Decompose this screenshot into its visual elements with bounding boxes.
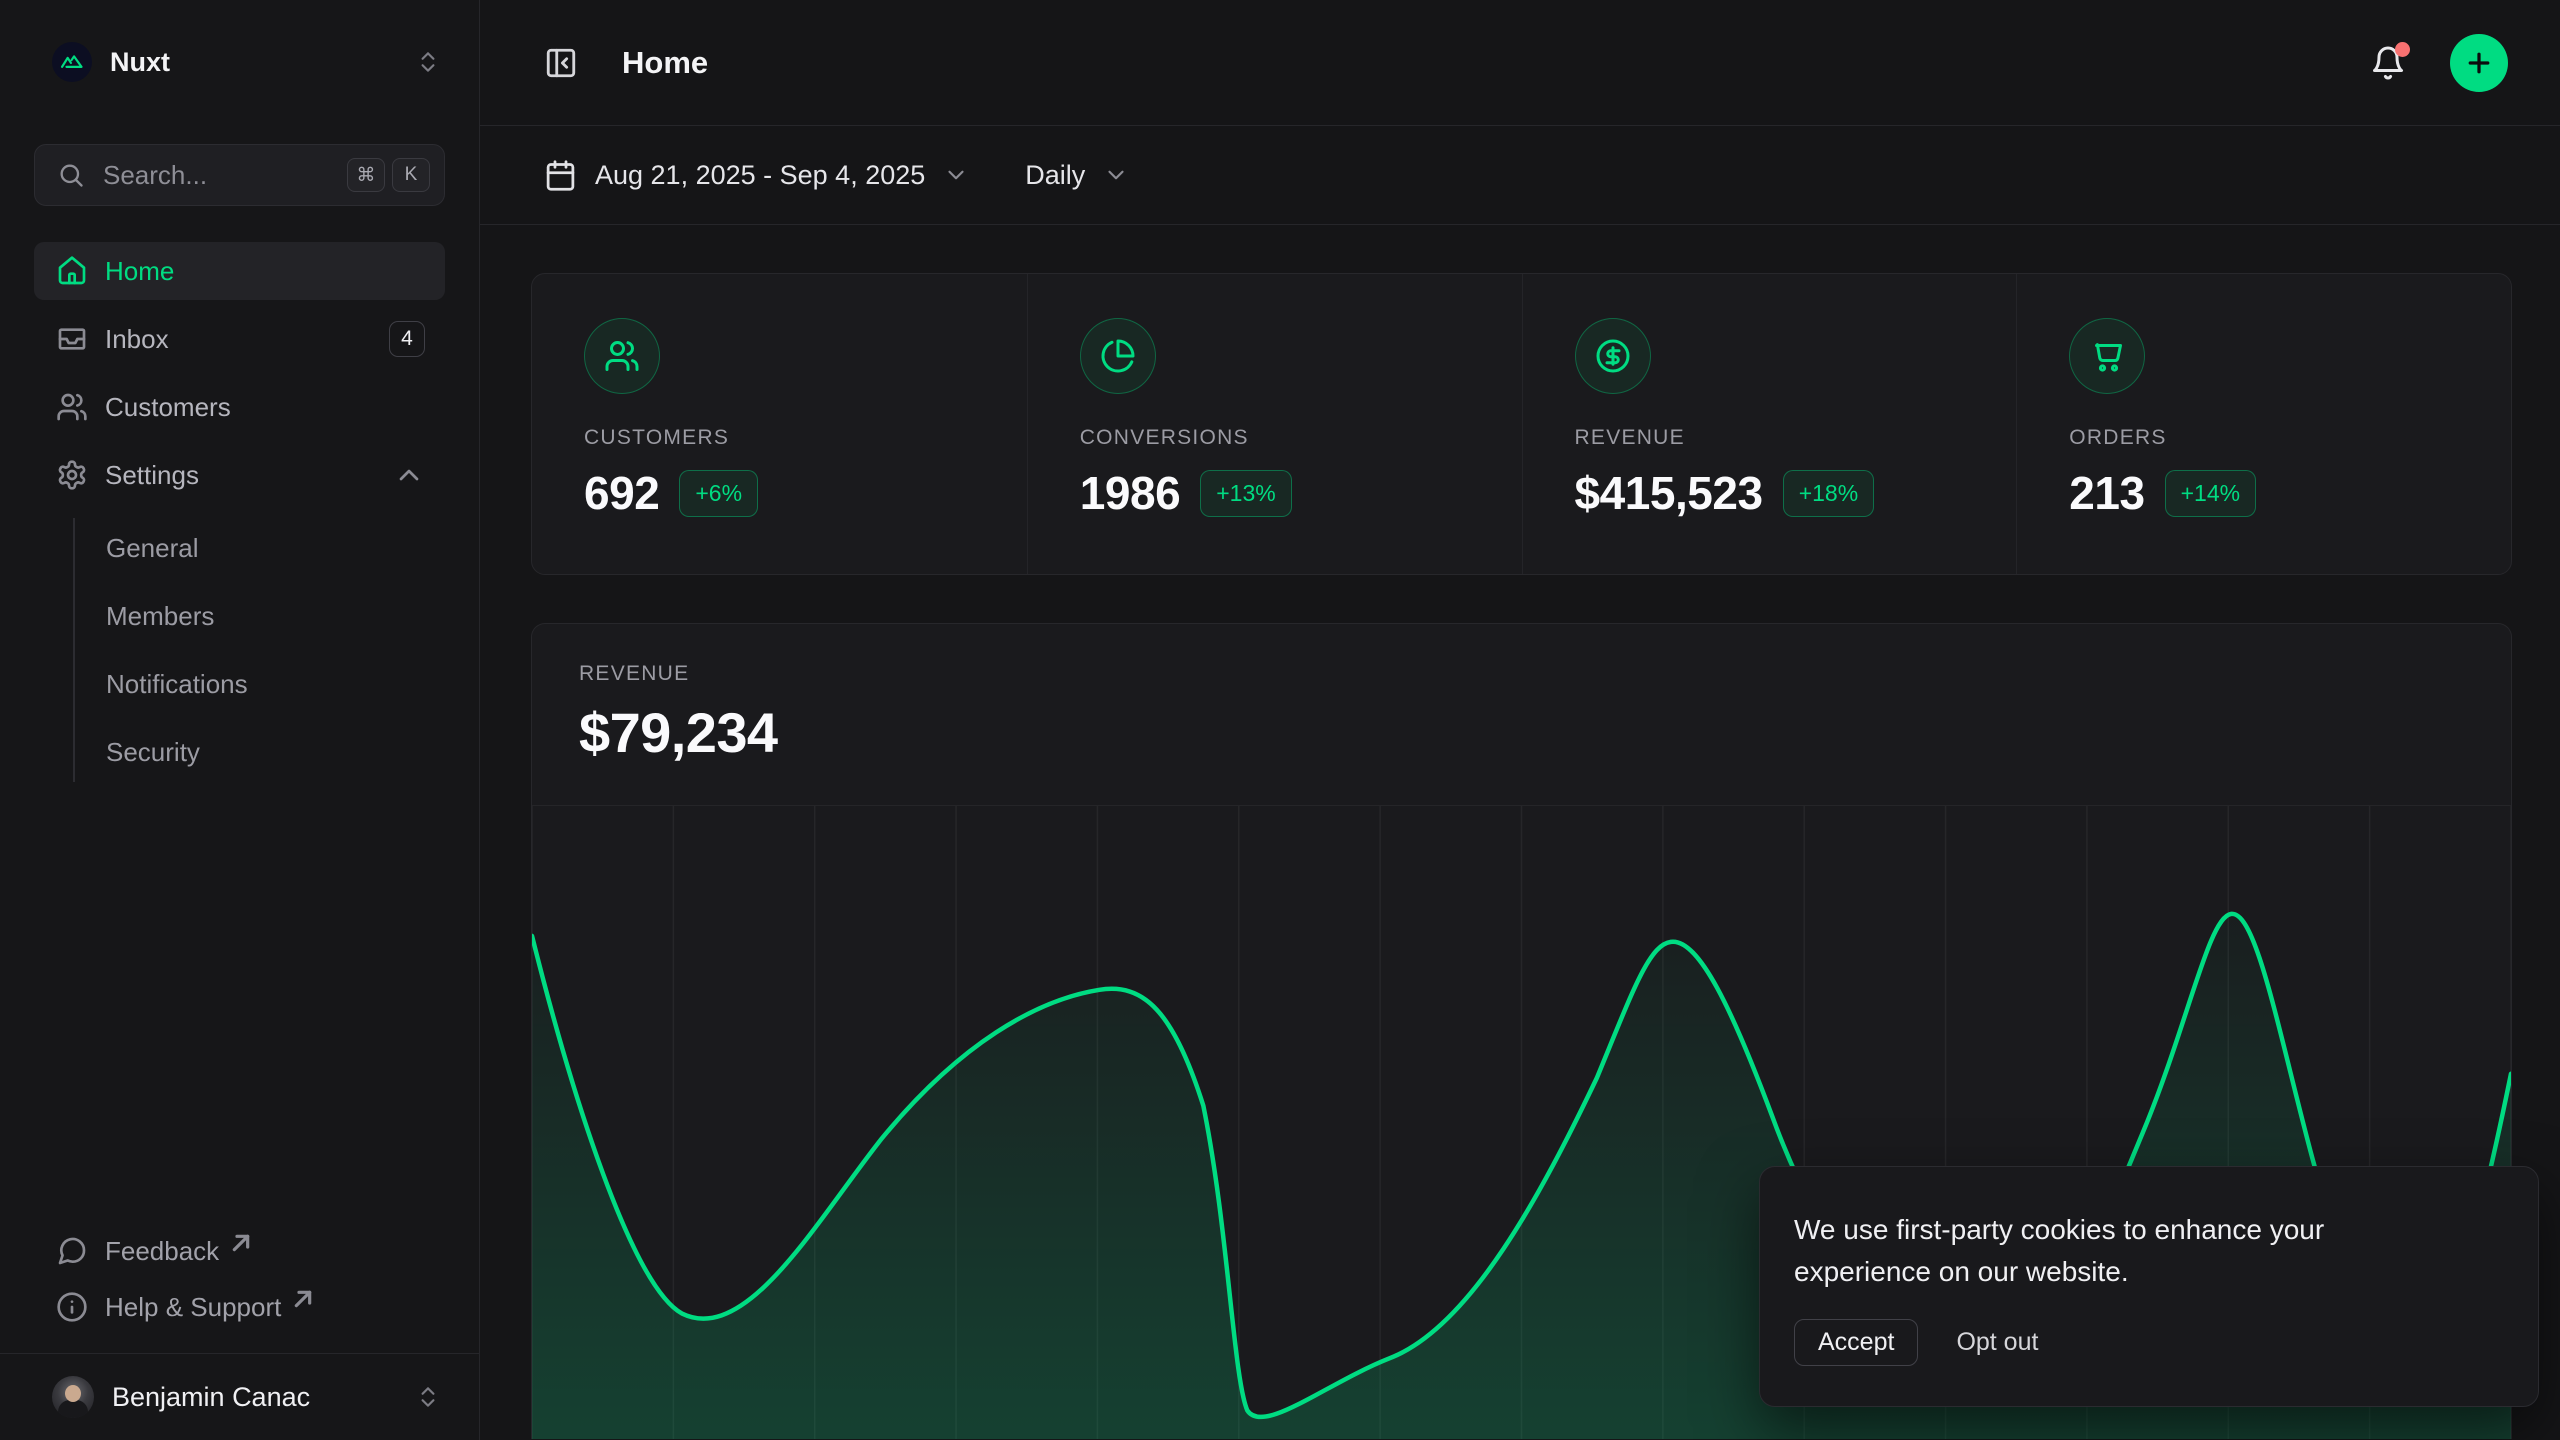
gear-icon [56, 459, 88, 491]
stat-value: $415,523 [1575, 466, 1763, 520]
sidebar-footer: Feedback Help & Support Benjamin Canac [34, 1223, 445, 1440]
message-bubble-icon [56, 1235, 88, 1267]
sidebar-item-home[interactable]: Home [34, 242, 445, 300]
sidebar-item-inbox[interactable]: Inbox 4 [34, 310, 445, 368]
nav-label: Customers [105, 392, 231, 423]
kbd-key: K [392, 158, 430, 192]
chevron-down-icon [943, 162, 969, 188]
inbox-count-badge: 4 [389, 321, 425, 357]
user-avatar [52, 1376, 94, 1418]
accept-cookies-button[interactable]: Accept [1794, 1319, 1918, 1366]
cookie-actions: Accept Opt out [1794, 1319, 2502, 1366]
user-menu[interactable]: Benjamin Canac [34, 1354, 445, 1440]
inbox-icon [56, 323, 88, 355]
sidebar-item-security[interactable]: Security [106, 718, 445, 786]
shopping-cart-icon [2089, 338, 2125, 374]
circle-dollar-icon [1595, 338, 1631, 374]
info-circle-icon [56, 1291, 88, 1323]
date-range-label: Aug 21, 2025 - Sep 4, 2025 [595, 160, 925, 191]
add-button[interactable] [2450, 34, 2508, 92]
sidebar-item-members[interactable]: Members [106, 582, 445, 650]
optout-cookies-button[interactable]: Opt out [1956, 1328, 2038, 1357]
external-link-arrow-icon [225, 1227, 257, 1259]
stat-icon-circle [584, 318, 660, 394]
stat-delta-badge: +18% [1783, 470, 1874, 517]
cookie-message: We use first-party cookies to enhance yo… [1794, 1209, 2414, 1293]
notification-dot [2395, 42, 2410, 57]
kbd-meta: ⌘ [347, 158, 385, 192]
sidebar-nav: Home Inbox 4 Customers Settings General … [34, 242, 445, 786]
foot-link-label: Help & Support [105, 1292, 281, 1323]
stat-delta-badge: +14% [2165, 470, 2256, 517]
stat-revenue[interactable]: REVENUE $415,523 +18% [1522, 274, 2017, 574]
notifications-button[interactable] [2370, 45, 2406, 81]
stat-value: 1986 [1080, 466, 1181, 520]
team-name: Nuxt [110, 47, 170, 78]
stat-value: 213 [2069, 466, 2144, 520]
stat-delta-badge: +13% [1200, 470, 1291, 517]
stat-label: CONVERSIONS [1080, 426, 1522, 450]
sidebar-item-customers[interactable]: Customers [34, 378, 445, 436]
stat-label: REVENUE [1575, 426, 2017, 450]
chevrons-up-down-icon [415, 1384, 441, 1410]
users-icon [56, 391, 88, 423]
revenue-chart-header: REVENUE $79,234 [532, 624, 2511, 805]
stat-conversions[interactable]: CONVERSIONS 1986 +13% [1027, 274, 1522, 574]
page-title: Home [622, 45, 708, 81]
search-icon [57, 161, 85, 189]
foot-link-label: Feedback [105, 1236, 219, 1267]
nuxt-logo-icon [52, 42, 92, 82]
revenue-chart-label: REVENUE [579, 662, 2511, 686]
date-range-picker[interactable]: Aug 21, 2025 - Sep 4, 2025 [544, 159, 969, 192]
chevron-up-icon[interactable] [393, 459, 425, 491]
search-kbd-hint: ⌘ K [347, 158, 430, 192]
home-icon [56, 255, 88, 287]
stat-icon-circle [2069, 318, 2145, 394]
team-switcher[interactable]: Nuxt [34, 36, 445, 88]
collapse-sidebar-icon[interactable] [544, 46, 578, 80]
nav-label: Inbox [105, 324, 169, 355]
filters-toolbar: Aug 21, 2025 - Sep 4, 2025 Daily [480, 126, 2560, 225]
plus-icon [2464, 48, 2494, 78]
stat-delta-badge: +6% [679, 470, 758, 517]
chevron-down-icon [1103, 162, 1129, 188]
revenue-chart-value: $79,234 [579, 700, 2511, 765]
sidebar-item-general[interactable]: General [106, 514, 445, 582]
user-name: Benjamin Canac [112, 1382, 310, 1413]
stat-label: ORDERS [2069, 426, 2511, 450]
help-support-link[interactable]: Help & Support [34, 1279, 445, 1335]
feedback-link[interactable]: Feedback [34, 1223, 445, 1279]
nav-label: Home [105, 256, 174, 287]
search-input[interactable]: Search... ⌘ K [34, 144, 445, 206]
settings-submenu: General Members Notifications Security [73, 514, 445, 786]
stat-orders[interactable]: ORDERS 213 +14% [2016, 274, 2511, 574]
period-select[interactable]: Daily [1025, 160, 1129, 191]
cookie-banner: We use first-party cookies to enhance yo… [1759, 1166, 2539, 1407]
stat-label: CUSTOMERS [584, 426, 1027, 450]
nav-label: Settings [105, 460, 199, 491]
pie-chart-icon [1100, 338, 1136, 374]
search-placeholder: Search... [103, 160, 207, 191]
sidebar-item-notifications[interactable]: Notifications [106, 650, 445, 718]
stat-icon-circle [1575, 318, 1651, 394]
calendar-icon [544, 159, 577, 192]
page-header: Home [480, 0, 2560, 126]
stat-icon-circle [1080, 318, 1156, 394]
chevrons-up-down-icon [415, 49, 441, 75]
external-link-arrow-icon [287, 1283, 319, 1315]
sidebar: Nuxt Search... ⌘ K Home Inbox 4 Cu [0, 0, 480, 1440]
header-actions [2370, 34, 2508, 92]
stat-value: 692 [584, 466, 659, 520]
stats-row: CUSTOMERS 692 +6% CONVERSIONS 1986 +13% [531, 273, 2512, 575]
period-label: Daily [1025, 160, 1085, 191]
stat-customers[interactable]: CUSTOMERS 692 +6% [532, 274, 1027, 574]
users-icon [604, 338, 640, 374]
sidebar-item-settings[interactable]: Settings [34, 446, 445, 504]
